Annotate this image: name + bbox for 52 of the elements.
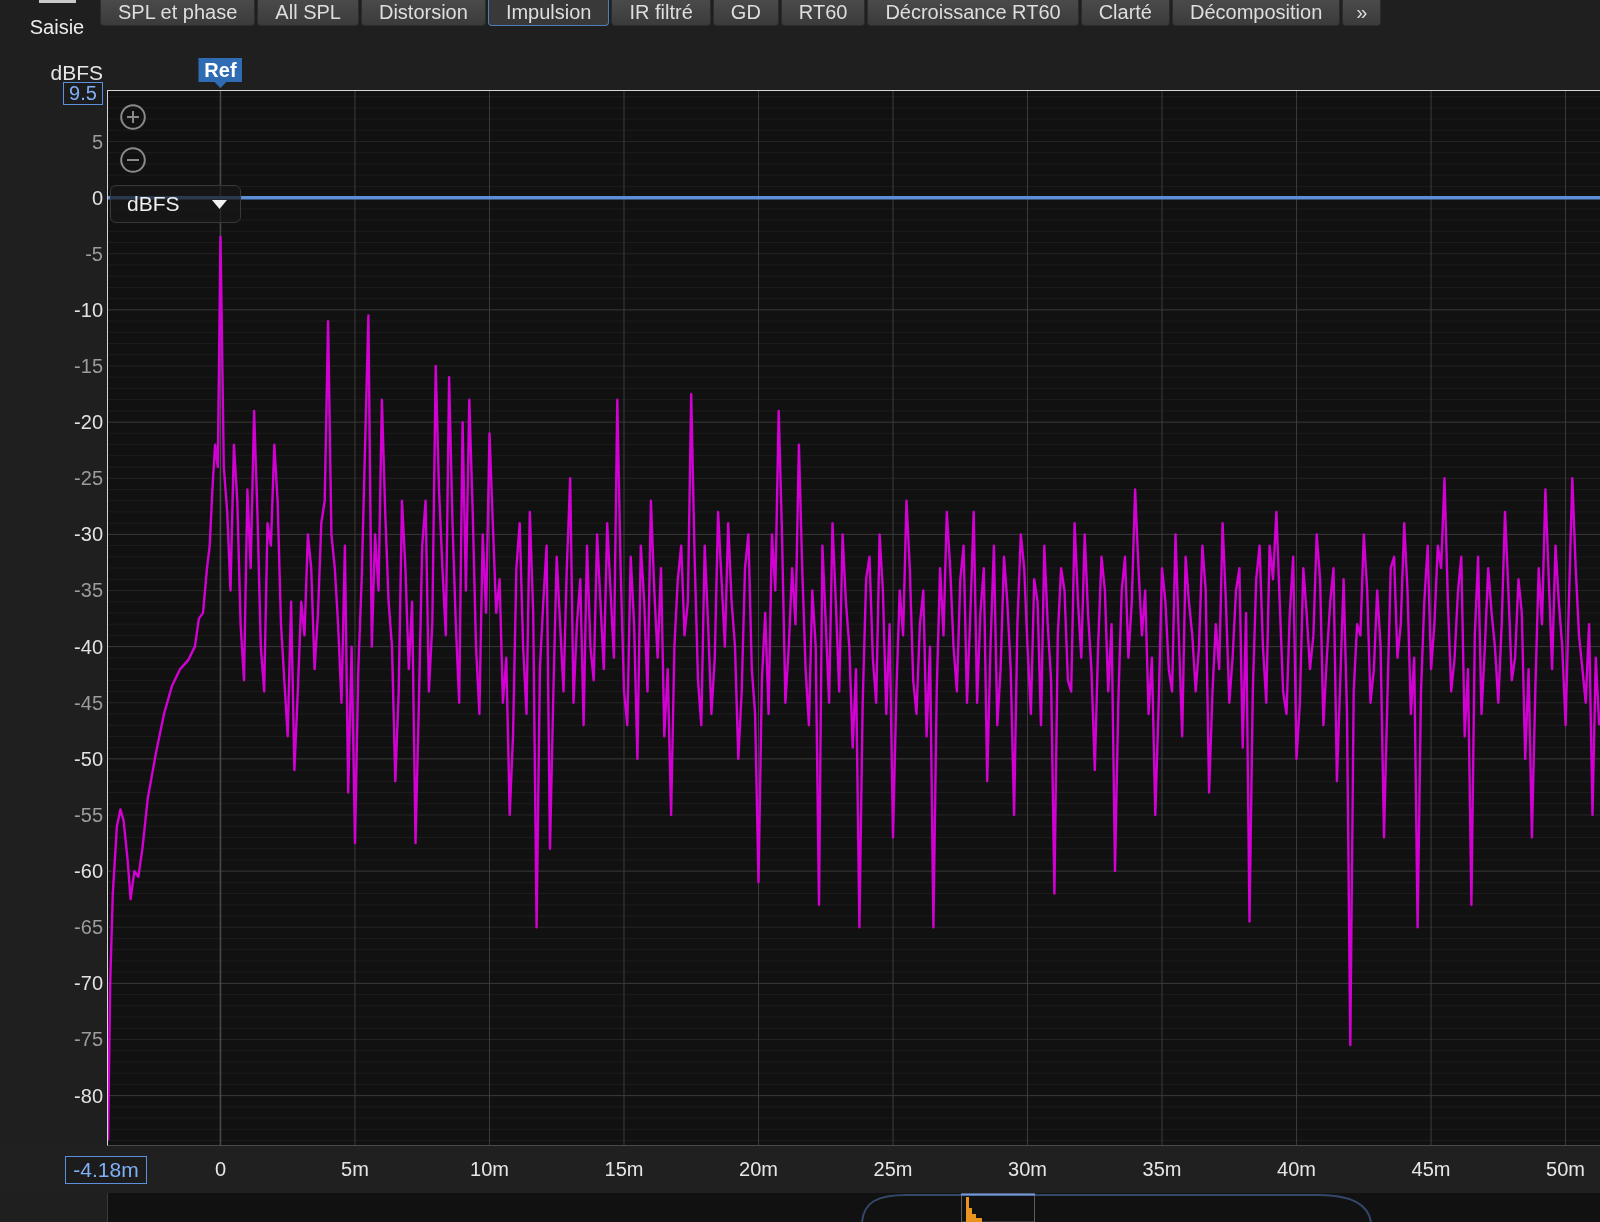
y-axis-label: -60 [74, 859, 103, 884]
overview-window[interactable] [960, 1193, 1036, 1222]
more-tabs-button[interactable]: » [1342, 0, 1382, 26]
tab[interactable]: Impulsion [487, 0, 610, 26]
y-axis-label: 0 [91, 185, 103, 210]
x-axis-label: 15m [604, 1157, 644, 1181]
x-axis-label: 30m [1008, 1157, 1047, 1181]
tab[interactable]: RT60 [780, 0, 866, 26]
minus-circle-icon[interactable] [120, 147, 146, 173]
y-axis-label: -55 [74, 803, 103, 827]
tab[interactable]: GD [712, 0, 779, 26]
x-axis-label: 45m [1411, 1157, 1451, 1181]
x-axis-label: 5m [341, 1157, 369, 1181]
y-axis-title: dBFS [50, 61, 103, 85]
x-axis-label: 25m [873, 1157, 913, 1181]
x-axis-label: 0 [214, 1157, 226, 1181]
x-axis-label: 35m [1142, 1157, 1182, 1181]
y-max-field[interactable]: 9.5 [63, 82, 103, 105]
y-axis-label: -75 [74, 1027, 103, 1052]
y-axis-label: -35 [74, 578, 103, 603]
capture-button[interactable]: Saisie [20, 0, 94, 39]
y-axis-label: -50 [74, 746, 103, 771]
y-axis-label: -45 [74, 690, 103, 715]
y-axis-label: 5 [91, 129, 103, 154]
y-axis-label: -15 [74, 354, 103, 378]
tab[interactable]: Distorsion [360, 0, 486, 26]
y-axis-label: -30 [74, 522, 103, 547]
y-axis-label: -80 [74, 1083, 103, 1108]
tab[interactable]: Décroissance RT60 [867, 0, 1079, 26]
bar-icon [38, 0, 76, 3]
tab[interactable]: Décomposition [1172, 0, 1341, 26]
tab[interactable]: All SPL [257, 0, 359, 26]
y-axis-label: -40 [74, 634, 103, 659]
tab[interactable]: SPL et phase [100, 0, 256, 26]
y-axis-label: -5 [85, 241, 103, 266]
x-axis-label: 40m [1277, 1157, 1316, 1181]
x-axis-label: 10m [470, 1157, 509, 1181]
y-axis-label: -25 [74, 466, 103, 491]
y-axis-label: -10 [74, 297, 103, 322]
x-axis-label: 20m [739, 1157, 778, 1181]
y-axis-label: -70 [74, 971, 103, 996]
tab[interactable]: Clarté [1080, 0, 1170, 26]
tab[interactable]: IR filtré [611, 0, 711, 26]
plus-circle-icon[interactable] [120, 104, 146, 130]
y-axis-label: -20 [74, 410, 103, 435]
ref-marker[interactable]: Ref [198, 58, 243, 88]
caret-icon [212, 199, 227, 209]
x-axis-label: 50m [1546, 1157, 1585, 1181]
x-min-field[interactable]: -4.18m [65, 1156, 147, 1184]
overview-trace [966, 1197, 982, 1222]
y-axis-label: -65 [74, 915, 103, 940]
unit-dropdown[interactable]: dBFS [110, 185, 241, 223]
